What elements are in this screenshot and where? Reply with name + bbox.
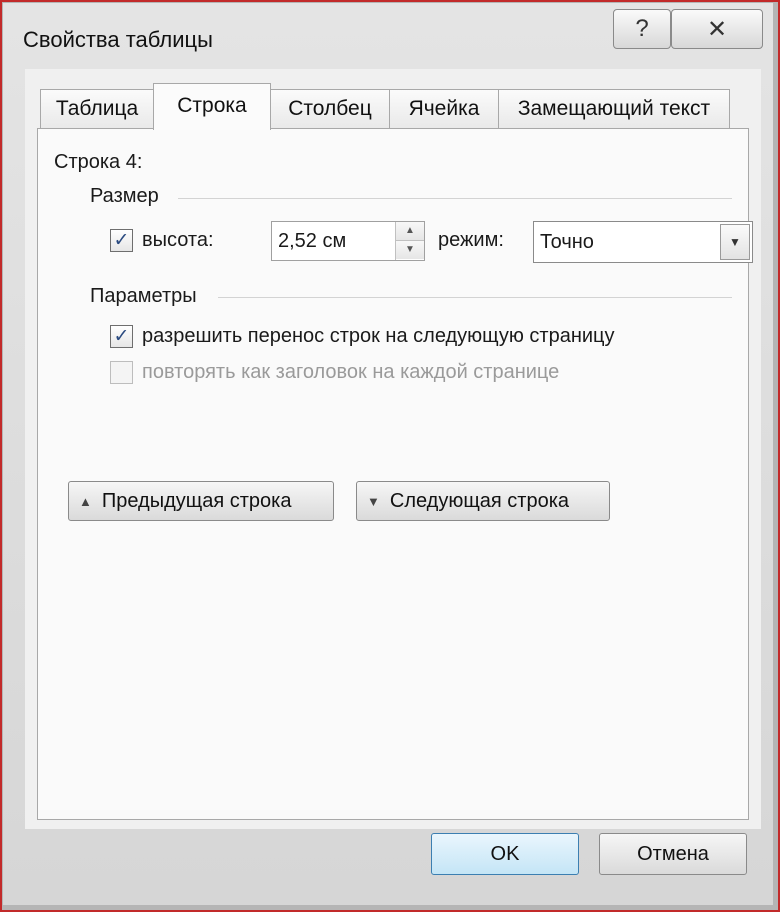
checkmark-icon: ✓ (113, 230, 130, 251)
row-tab-panel: Строка 4: Размер ✓ высота: 2,52 см ▲ ▼ р… (37, 128, 753, 820)
previous-row-label: Предыдущая строка (101, 489, 292, 512)
mode-label: режим: (438, 229, 504, 251)
close-button[interactable]: ✕ (671, 9, 763, 49)
arrow-down-icon: ▼ (367, 493, 380, 509)
tab-label: Ячейка (408, 97, 480, 120)
tab-label: Столбец (288, 97, 372, 120)
height-value[interactable]: 2,52 см (278, 230, 346, 253)
ok-button[interactable]: OK (431, 833, 579, 875)
dialog-client: Таблица Строка Столбец Ячейка Замещающий… (25, 69, 761, 829)
tab-row[interactable]: Строка (153, 83, 271, 130)
table-properties-dialog: Свойства таблицы ? ✕ Таблица Строка Стол… (3, 3, 773, 905)
close-icon: ✕ (706, 15, 728, 43)
cancel-button[interactable]: Отмена (599, 833, 747, 875)
params-group-label: Параметры (90, 285, 197, 307)
spin-down-icon[interactable]: ▼ (396, 241, 424, 259)
help-button[interactable]: ? (613, 9, 671, 49)
repeat-header-checkbox[interactable] (110, 361, 133, 384)
allow-break-checkbox[interactable]: ✓ (110, 325, 133, 348)
tab-label: Замещающий текст (517, 97, 711, 120)
arrow-up-icon: ▲ (79, 493, 92, 509)
checkmark-icon: ✓ (113, 326, 130, 347)
chevron-down-icon[interactable]: ▼ (720, 224, 750, 260)
height-label: высота: (142, 229, 214, 251)
tab-alt-text[interactable]: Замещающий текст (498, 89, 730, 128)
allow-break-label: разрешить перенос строк на следующую стр… (142, 325, 615, 347)
next-row-button[interactable]: ▼ Следующая строка (356, 481, 610, 521)
size-group-label: Размер (90, 185, 159, 207)
tab-table[interactable]: Таблица (40, 89, 154, 128)
params-group-divider (218, 297, 732, 298)
height-spin-input[interactable]: 2,52 см ▲ ▼ (271, 221, 425, 261)
height-spinner: ▲ ▼ (395, 222, 424, 260)
height-checkbox[interactable]: ✓ (110, 229, 133, 252)
next-row-label: Следующая строка (389, 489, 570, 512)
size-group-divider (178, 198, 732, 199)
tab-label: Строка (177, 94, 247, 117)
mode-value: Точно (540, 231, 594, 253)
tab-label: Таблица (55, 97, 139, 120)
tab-cell[interactable]: Ячейка (389, 89, 499, 128)
title-bar: Свойства таблицы ? ✕ (3, 3, 773, 67)
mode-dropdown[interactable]: Точно ▼ (533, 221, 753, 263)
tab-column[interactable]: Столбец (270, 89, 390, 128)
window-title: Свойства таблицы (23, 27, 213, 52)
row-heading: Строка 4: (54, 151, 143, 173)
previous-row-button[interactable]: ▲ Предыдущая строка (68, 481, 334, 521)
spin-up-icon[interactable]: ▲ (396, 222, 424, 241)
repeat-header-label: повторять как заголовок на каждой страни… (142, 361, 560, 383)
help-icon: ? (635, 15, 649, 42)
